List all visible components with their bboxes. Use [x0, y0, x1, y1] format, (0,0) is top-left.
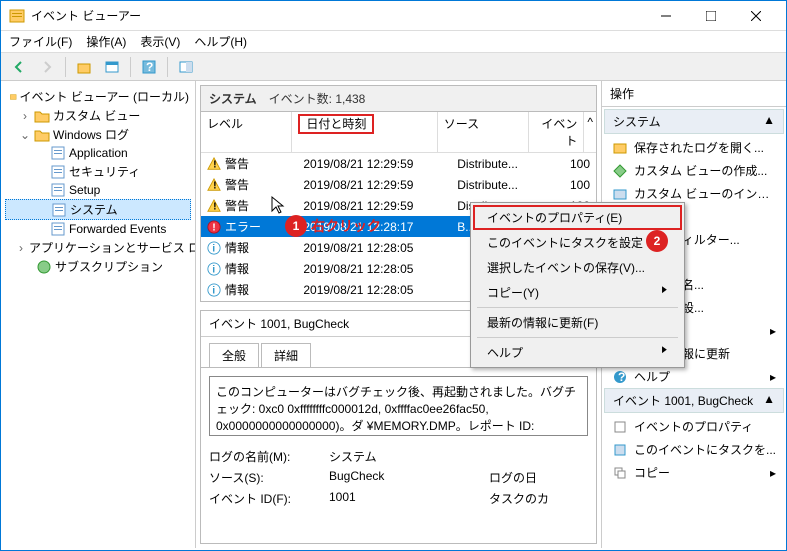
- tree-app-services[interactable]: › アプリケーションとサービス ログ: [5, 238, 191, 257]
- action-item[interactable]: 保存されたログを開く...: [604, 136, 784, 159]
- action-icon: [612, 186, 628, 202]
- svg-text:!: !: [213, 179, 217, 191]
- close-button[interactable]: [733, 2, 778, 30]
- svg-text:!: !: [213, 200, 217, 212]
- log-icon: [50, 182, 66, 198]
- detail-prop: ソース(S):BugCheckログの日: [209, 467, 588, 488]
- annotation-1: 1右クリック: [285, 215, 381, 237]
- tree-item[interactable]: Application: [5, 144, 191, 162]
- tree-item[interactable]: Forwarded Events: [5, 220, 191, 238]
- annotation-2: 2: [646, 230, 668, 252]
- action-icon: [612, 419, 628, 435]
- action-icon: [612, 442, 628, 458]
- col-level[interactable]: レベル: [201, 112, 292, 152]
- nav-tree: イベント ビューアー (ローカル) › カスタム ビュー ⌄ Windows ロ…: [1, 81, 196, 548]
- context-menu-item[interactable]: イベントのプロパティ(E): [473, 205, 682, 230]
- svg-text:!: !: [213, 158, 217, 170]
- svg-text:?: ?: [618, 370, 625, 384]
- titlebar: イベント ビューアー: [1, 1, 786, 31]
- menu-view[interactable]: 表示(V): [140, 33, 180, 50]
- subscription-icon: [36, 259, 52, 275]
- help-button[interactable]: ?: [137, 56, 161, 78]
- event-row[interactable]: !警告 2019/08/21 12:29:59 Distribute... 10…: [201, 174, 596, 195]
- menubar: ファイル(F) 操作(A) 表示(V) ヘルプ(H): [1, 31, 786, 53]
- menu-help[interactable]: ヘルプ(H): [194, 33, 247, 50]
- tool-button-2[interactable]: [100, 56, 124, 78]
- action-item[interactable]: コピー▸: [604, 461, 784, 484]
- context-menu-item[interactable]: コピー(Y): [473, 280, 682, 305]
- cursor-icon: [270, 195, 286, 215]
- svg-text:i: i: [212, 284, 215, 296]
- action-icon: [612, 465, 628, 481]
- ctx-refresh[interactable]: 最新の情報に更新(F): [473, 310, 682, 335]
- toolbar: ?: [1, 53, 786, 81]
- action-icon: ?: [612, 369, 628, 385]
- forward-button[interactable]: [35, 56, 59, 78]
- detail-prop: イベント ID(F):1001タスクのカ: [209, 488, 588, 509]
- collapse-icon[interactable]: ⌄: [19, 128, 31, 142]
- action-item[interactable]: イベントのプロパティ: [604, 415, 784, 438]
- folder-icon: [34, 108, 50, 124]
- actions-header: 操作: [602, 81, 786, 107]
- svg-text:i: i: [212, 242, 215, 254]
- menu-file[interactable]: ファイル(F): [9, 33, 72, 50]
- tool-button-3[interactable]: [174, 56, 198, 78]
- action-icon: [612, 163, 628, 179]
- col-source[interactable]: ソース: [438, 112, 529, 152]
- log-icon: [51, 202, 67, 218]
- folder-icon: [34, 127, 50, 143]
- svg-text:?: ?: [146, 60, 153, 74]
- tool-button-1[interactable]: [72, 56, 96, 78]
- list-header-bar: システム イベント数: 1,438: [200, 85, 597, 112]
- svg-text:!: !: [212, 221, 216, 233]
- app-icon: [9, 8, 25, 24]
- log-icon: [50, 164, 66, 180]
- action-item[interactable]: カスタム ビューの作成...: [604, 159, 784, 182]
- actions-group-system[interactable]: システム▲: [604, 109, 784, 134]
- list-title: システム: [209, 90, 257, 107]
- maximize-button[interactable]: [688, 2, 733, 30]
- expand-icon[interactable]: ›: [19, 241, 23, 255]
- tree-item[interactable]: システム: [5, 199, 191, 220]
- action-icon: [612, 140, 628, 156]
- col-eventid[interactable]: イベント: [529, 112, 584, 152]
- context-menu: イベントのプロパティ(E)このイベントにタスクを設定選択したイベントの保存(V)…: [470, 202, 685, 368]
- detail-message: このコンピューターはバグチェック後、再起動されました。バグチェック: 0xc0 …: [209, 376, 588, 436]
- ctx-help[interactable]: ヘルプ: [473, 340, 682, 365]
- eventviewer-icon: [10, 89, 17, 105]
- context-menu-item[interactable]: 選択したイベントの保存(V)...: [473, 255, 682, 280]
- tab-details[interactable]: 詳細: [261, 343, 311, 367]
- svg-text:i: i: [212, 263, 215, 275]
- menu-action[interactable]: 操作(A): [86, 33, 126, 50]
- col-date[interactable]: 日付と時刻: [292, 112, 437, 152]
- minimize-button[interactable]: [643, 2, 688, 30]
- tree-item[interactable]: Setup: [5, 181, 191, 199]
- actions-group-event[interactable]: イベント 1001, BugCheck▲: [604, 388, 784, 413]
- tree-windows-logs[interactable]: ⌄ Windows ログ: [5, 125, 191, 144]
- action-item[interactable]: このイベントにタスクを...: [604, 438, 784, 461]
- tree-custom-views[interactable]: › カスタム ビュー: [5, 106, 191, 125]
- event-row[interactable]: !警告 2019/08/21 12:29:59 Distribute... 10…: [201, 153, 596, 174]
- log-icon: [50, 221, 66, 237]
- tree-subscriptions[interactable]: サブスクリプション: [5, 257, 191, 276]
- tree-root[interactable]: イベント ビューアー (ローカル): [5, 87, 191, 106]
- detail-prop: ログの名前(M):システム: [209, 446, 588, 467]
- log-icon: [50, 145, 66, 161]
- tab-general[interactable]: 全般: [209, 343, 259, 367]
- action-item[interactable]: ? ヘルプ▸: [604, 365, 784, 388]
- tree-item[interactable]: セキュリティ: [5, 162, 191, 181]
- expand-icon[interactable]: ›: [19, 109, 31, 123]
- back-button[interactable]: [7, 56, 31, 78]
- window-title: イベント ビューアー: [31, 7, 643, 24]
- column-headers: レベル 日付と時刻 ソース イベント ^: [201, 112, 596, 153]
